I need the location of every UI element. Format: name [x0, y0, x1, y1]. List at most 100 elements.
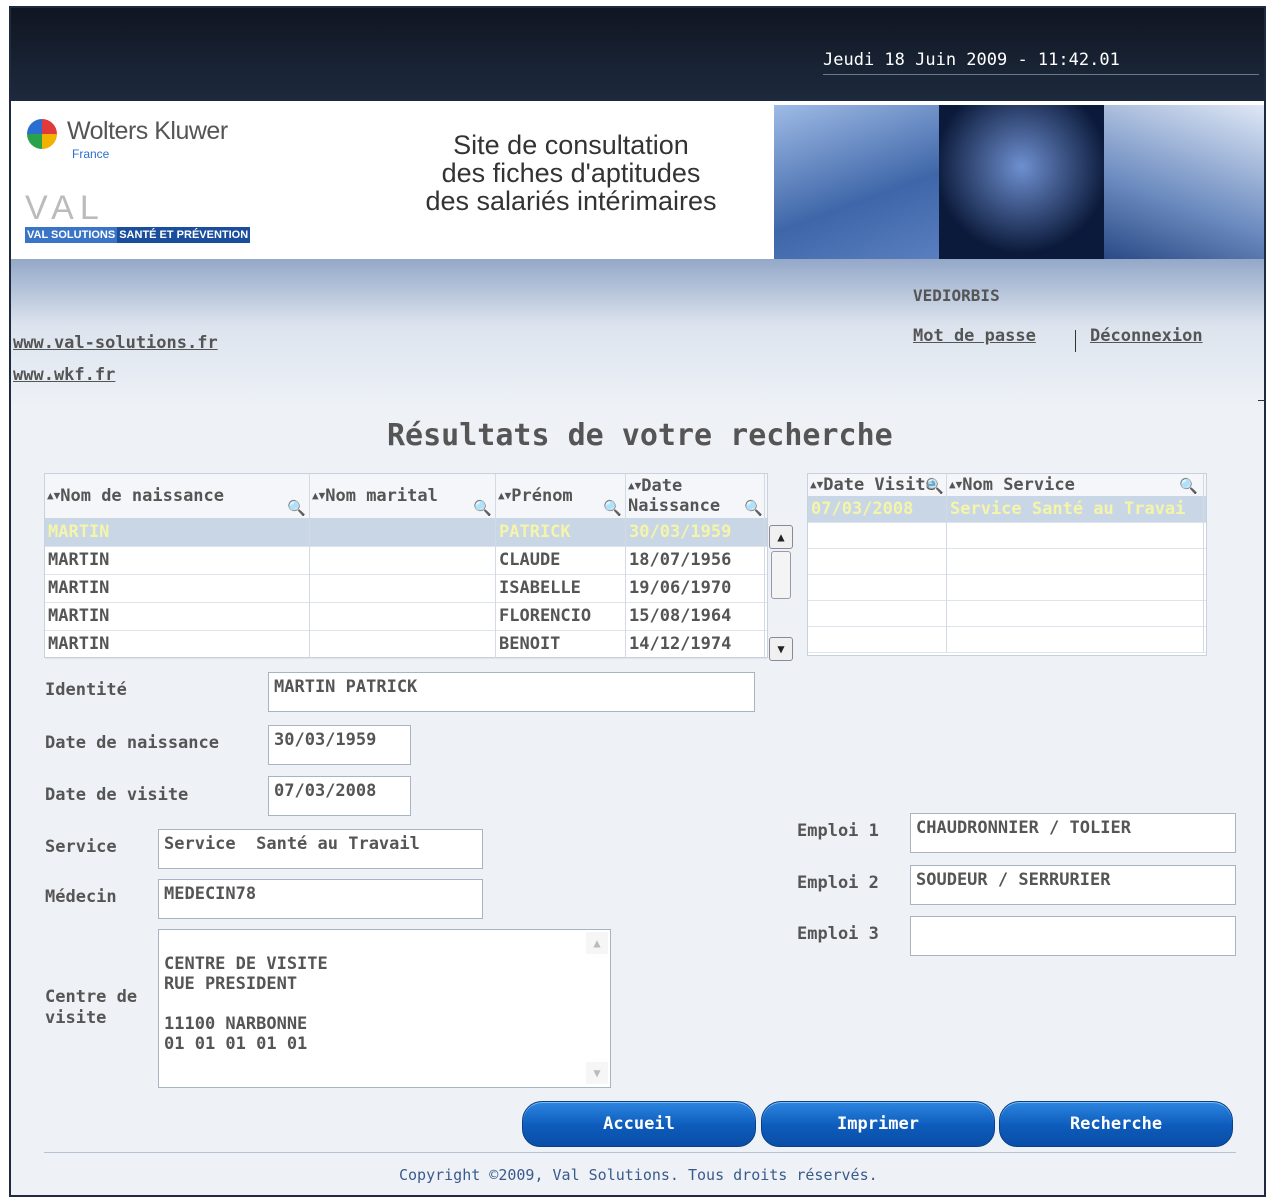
table-cell — [947, 522, 1204, 548]
table-row — [808, 626, 1206, 653]
col-header-nom-service[interactable]: ▲▼Nom Service 🔍 — [947, 474, 1204, 496]
current-datetime: Jeudi 18 Juin 2009 - 11:42.01 — [823, 50, 1120, 70]
scroll-down-icon[interactable]: ▼ — [586, 1062, 608, 1084]
table-row[interactable]: MARTIN FLORENCIO 15/08/1964 — [45, 602, 767, 631]
table-row[interactable]: MARTIN PATRICK 30/03/1959 — [45, 518, 767, 547]
search-icon[interactable]: 🔍 — [1179, 475, 1198, 496]
naissance-field[interactable]: 30/03/1959 — [268, 725, 411, 765]
results-table-header: ▲▼Nom de naissance 🔍 ▲▼Nom marital 🔍 ▲▼Pré… — [45, 474, 767, 519]
table-row[interactable]: 07/03/2008 Service Santé au Travai — [808, 496, 1206, 523]
site-title: Site de consultation des fiches d'aptitu… — [351, 131, 791, 215]
table-cell — [808, 600, 947, 626]
search-icon[interactable]: 🔍 — [287, 486, 306, 518]
table-cell: 07/03/2008 — [808, 496, 947, 522]
wolters-kluwer-logo: Wolters Kluwer France — [27, 117, 287, 174]
col-header-nom-naissance[interactable]: ▲▼Nom de naissance 🔍 — [45, 474, 310, 518]
logo-sub: France — [72, 147, 110, 161]
accueil-button[interactable]: Accueil — [522, 1101, 756, 1147]
site-title-line2: des fiches d'aptitudes — [441, 158, 701, 188]
table-cell — [947, 548, 1204, 574]
table-row — [808, 522, 1206, 549]
search-icon[interactable]: 🔍 — [473, 486, 492, 518]
table-row[interactable]: MARTIN ISABELLE 19/06/1970 — [45, 574, 767, 603]
visite-field[interactable]: 07/03/2008 — [268, 776, 411, 816]
centre-textarea[interactable]: CENTRE DE VISITE RUE PRESIDENT 11100 NAR… — [158, 929, 611, 1088]
identite-field[interactable]: MARTIN PATRICK — [268, 672, 755, 712]
recherche-button[interactable]: Recherche — [999, 1101, 1233, 1147]
val-strip-a: VAL SOLUTIONS — [25, 227, 118, 243]
app-window: Jeudi 18 Juin 2009 - 11:42.01 Wolters Kl… — [9, 6, 1266, 1197]
search-icon[interactable]: 🔍 — [925, 475, 944, 496]
banner-photo — [774, 105, 1264, 259]
table-cell — [808, 522, 947, 548]
scroll-thumb[interactable] — [771, 551, 791, 599]
search-icon[interactable]: 🔍 — [744, 498, 763, 518]
centre-label: Centre de visite — [45, 987, 138, 1028]
naissance-label: Date de naissance — [45, 733, 219, 753]
table-cell: MARTIN — [45, 602, 310, 630]
visits-table: ▲▼Date Visite 🔍 ▲▼Nom Service 🔍 07/03/2008… — [807, 473, 1207, 656]
page-title: Résultats de votre recherche — [387, 418, 893, 453]
visits-table-header: ▲▼Date Visite 🔍 ▲▼Nom Service 🔍 — [808, 474, 1206, 497]
table-cell — [310, 546, 496, 574]
header-banner: Wolters Kluwer France VAL VAL SOLUTIONS … — [11, 101, 1264, 259]
search-icon[interactable]: 🔍 — [603, 486, 622, 518]
table-cell: 15/08/1964 — [626, 602, 765, 630]
table-cell: 18/07/1956 — [626, 546, 765, 574]
emploi2-field[interactable]: SOUDEUR / SERRURIER — [910, 865, 1236, 905]
table-cell — [310, 602, 496, 630]
table-cell: 30/03/1959 — [626, 518, 765, 546]
table-cell — [310, 518, 496, 546]
copyright: Copyright ©2009, Val Solutions. Tous dro… — [399, 1166, 878, 1184]
service-label: Service — [45, 837, 117, 857]
col-header-date-visite[interactable]: ▲▼Date Visite 🔍 — [808, 474, 947, 496]
site-title-line3: des salariés intérimaires — [425, 186, 717, 216]
link-separator — [1075, 330, 1076, 352]
table-cell: MARTIN — [45, 630, 310, 658]
table-row[interactable]: MARTIN CLAUDE 18/07/1956 — [45, 546, 767, 575]
service-field[interactable]: Service Santé au Travail — [158, 829, 483, 869]
table-cell: MARTIN — [45, 546, 310, 574]
password-link[interactable]: Mot de passe — [913, 326, 1036, 346]
table-cell: ISABELLE — [496, 574, 626, 602]
centre-text: CENTRE DE VISITE RUE PRESIDENT 11100 NAR… — [164, 954, 328, 1054]
table-cell: Service Santé au Travai — [947, 496, 1204, 522]
wkf-site-link[interactable]: www.wkf.fr — [13, 365, 115, 385]
table-cell — [808, 548, 947, 574]
emploi1-field[interactable]: CHAUDRONNIER / TOLIER — [910, 813, 1236, 853]
scroll-up-icon[interactable]: ▲ — [586, 932, 608, 954]
emploi1-label: Emploi 1 — [797, 821, 879, 841]
results-scrollbar[interactable]: ▲ ▼ — [769, 525, 793, 662]
table-row — [808, 574, 1206, 601]
emploi3-label: Emploi 3 — [797, 924, 879, 944]
col-header-date-naissance[interactable]: ▲▼Date Naissance 🔍 — [626, 474, 765, 518]
logout-link[interactable]: Déconnexion — [1090, 326, 1203, 346]
val-solutions-logo: VAL VAL SOLUTIONS SANTÉ ET PRÉVENTION — [25, 191, 251, 243]
imprimer-button[interactable]: Imprimer — [761, 1101, 995, 1147]
table-cell: MARTIN — [45, 518, 310, 546]
company-name: VEDIORBIS — [913, 286, 1000, 305]
centre-scrollbar[interactable]: ▲ ▼ — [586, 932, 608, 1084]
table-cell: PATRICK — [496, 518, 626, 546]
table-cell — [947, 626, 1204, 652]
scroll-down-button[interactable]: ▼ — [769, 637, 793, 661]
table-cell — [310, 630, 496, 658]
scroll-up-button[interactable]: ▲ — [769, 525, 793, 549]
val-solutions-site-link[interactable]: www.val-solutions.fr — [13, 333, 218, 353]
table-row[interactable]: MARTIN BENOIT 14/12/1974 — [45, 630, 767, 659]
logo-name: Wolters Kluwer — [67, 117, 228, 145]
medecin-field[interactable]: MEDECIN78 — [158, 879, 483, 919]
table-cell — [947, 600, 1204, 626]
table-row — [808, 600, 1206, 627]
emploi3-field[interactable] — [910, 916, 1236, 956]
table-cell: 19/06/1970 — [626, 574, 765, 602]
site-title-line1: Site de consultation — [453, 130, 689, 160]
col-header-prenom[interactable]: ▲▼Prénom 🔍 — [496, 474, 626, 518]
top-bar: Jeudi 18 Juin 2009 - 11:42.01 — [11, 8, 1264, 101]
table-cell: 14/12/1974 — [626, 630, 765, 658]
table-cell — [808, 574, 947, 600]
identite-label: Identité — [45, 680, 127, 700]
table-cell — [808, 626, 947, 652]
emploi2-label: Emploi 2 — [797, 873, 879, 893]
col-header-nom-marital[interactable]: ▲▼Nom marital 🔍 — [310, 474, 496, 518]
